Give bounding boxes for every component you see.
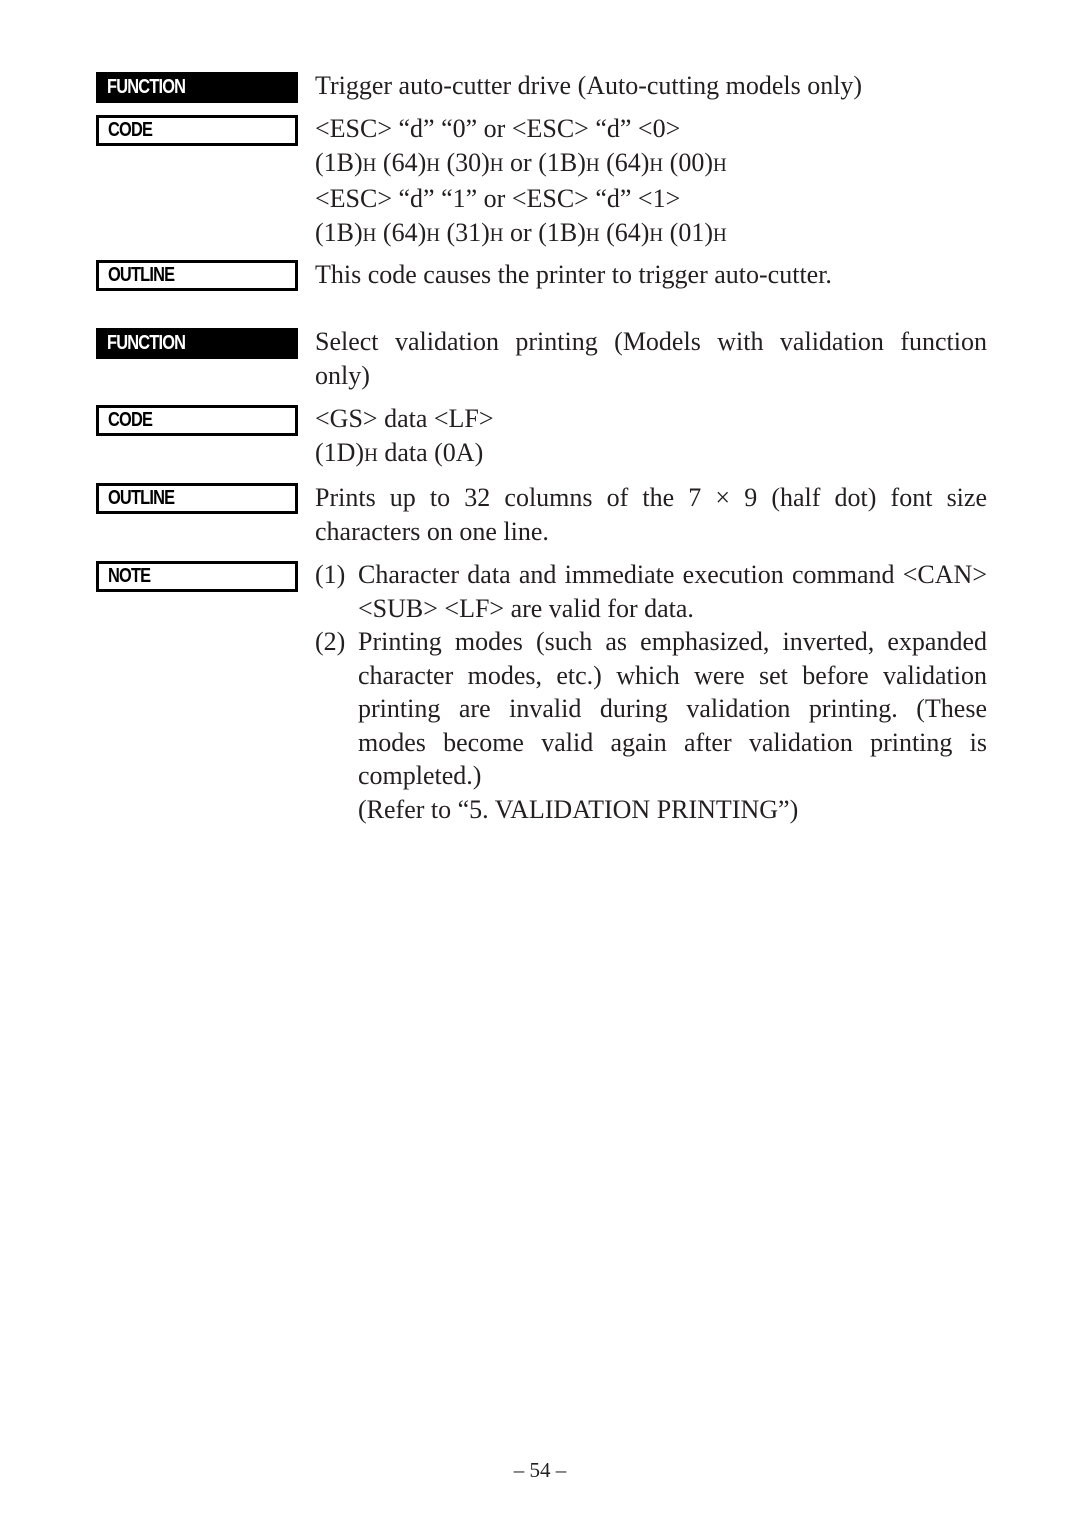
code-text: <ESC> “d” “0” or <ESC> “d” <0> — [315, 114, 681, 143]
note-text: Character data and immediate execution c… — [358, 560, 987, 623]
code-block: <ESC> “d” “0” or <ESC> “d” <0> (1B)H (64… — [315, 112, 987, 252]
code-line: <GS> data <LF> — [315, 402, 987, 436]
hex-suffix: H — [362, 224, 377, 246]
hex-suffix: H — [426, 154, 440, 176]
outline-description: Prints up to 32 columns of the 7 × 9 (ha… — [315, 483, 987, 546]
hex-suffix: H — [712, 224, 727, 246]
code-text: (1D) — [315, 437, 365, 467]
code-text: or (1B) — [503, 147, 586, 177]
outline-label-text: OUTLINE — [108, 264, 175, 286]
code-label-text: CODE — [108, 119, 153, 141]
note-item: (2) Printing modes (such as emphasized, … — [315, 625, 987, 826]
code-text: (30) — [439, 147, 490, 177]
hex-suffix: H — [489, 154, 504, 176]
code-text: (1B) — [315, 217, 363, 247]
code-text: (1B) — [315, 147, 363, 177]
outline-description: This code causes the printer to trigger … — [315, 260, 832, 289]
note-number: (2) — [315, 627, 346, 656]
outline-label: OUTLINE — [96, 260, 298, 291]
hex-suffix: H — [649, 154, 664, 176]
code-text: (64) — [376, 217, 427, 247]
outline-label: OUTLINE — [96, 483, 298, 514]
function-description: Select validation printing (Models with … — [315, 327, 987, 390]
code-text: (64) — [599, 217, 650, 247]
hex-suffix: H — [649, 224, 664, 246]
code-text: (01) — [663, 217, 713, 247]
note-item: (1) Character data and immediate executi… — [315, 558, 987, 625]
code-line: (1B)H (64)H (31)H or (1B)H (64)H (01)H — [315, 216, 987, 253]
code-text: (64) — [599, 147, 650, 177]
hex-suffix: H — [585, 154, 600, 176]
code-line: <ESC> “d” “0” or <ESC> “d” <0> — [315, 112, 987, 146]
hex-suffix: H — [585, 224, 600, 246]
code-text: or (1B) — [503, 217, 586, 247]
code-text: (64) — [376, 147, 427, 177]
hex-suffix: H — [364, 444, 378, 466]
outline-label-text: OUTLINE — [108, 487, 175, 509]
code-block: <GS> data <LF> (1D)H data (0A) — [315, 402, 987, 472]
code-line: (1B)H (64)H (30)H or (1B)H (64)H (00)H — [315, 146, 987, 183]
hex-suffix: H — [426, 224, 440, 246]
note-number: (1) — [315, 560, 346, 589]
function-label: FUNCTION — [96, 328, 298, 359]
hex-suffix: H — [712, 154, 727, 176]
code-label-text: CODE — [108, 409, 153, 431]
code-label: CODE — [96, 115, 298, 146]
code-text: <ESC> “d” “1” or <ESC> “d” <1> — [315, 184, 681, 213]
page-number: – 54 – — [513, 1458, 567, 1482]
note-label-text: NOTE — [108, 565, 151, 587]
code-text: <GS> data <LF> — [315, 404, 494, 433]
hex-suffix: H — [362, 154, 377, 176]
code-line: <ESC> “d” “1” or <ESC> “d” <1> — [315, 182, 987, 216]
note-text: Printing modes (such as emphasized, inve… — [358, 627, 987, 790]
code-line: (1D)H data (0A) — [315, 436, 987, 473]
note-reference: (Refer to “5. VALIDATION PRINTING”) — [358, 794, 799, 824]
function-description: Trigger auto-cutter drive (Auto-cutting … — [315, 71, 863, 100]
function-label: FUNCTION — [96, 72, 298, 103]
code-text: data (0A) — [377, 437, 484, 467]
code-text: (31) — [439, 217, 490, 247]
note-label: NOTE — [96, 561, 298, 592]
hex-suffix: H — [489, 224, 504, 246]
code-label: CODE — [96, 405, 298, 436]
function-label-text: FUNCTION — [107, 76, 186, 98]
function-label-text: FUNCTION — [107, 332, 186, 354]
code-text: (00) — [663, 147, 713, 177]
